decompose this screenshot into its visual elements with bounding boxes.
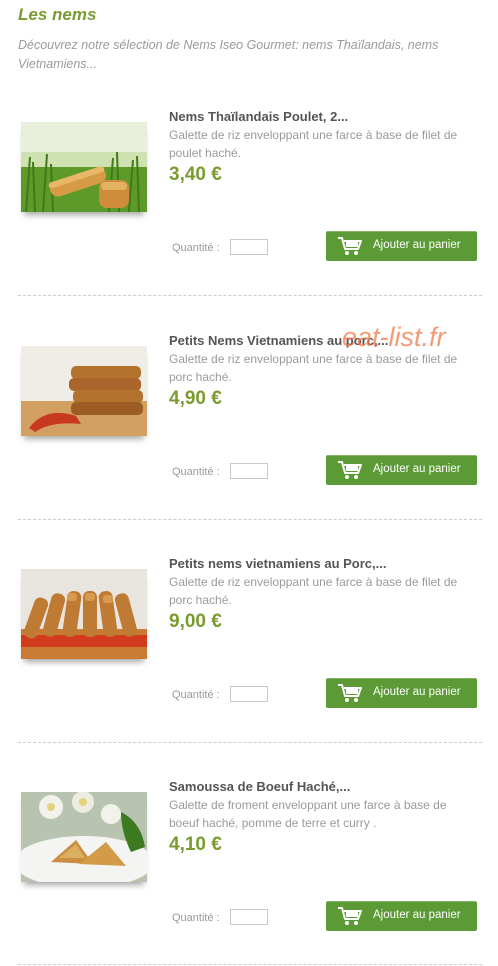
add-to-cart-button[interactable]: Ajouter au panier — [326, 455, 477, 485]
add-to-cart-label: Ajouter au panier — [373, 909, 461, 921]
add-to-cart-label: Ajouter au panier — [373, 686, 461, 698]
category-description: Découvrez notre sélection de Nems Iseo G… — [18, 38, 439, 71]
quantity-label: Quantité : — [172, 689, 220, 701]
quantity-label: Quantité : — [172, 912, 220, 924]
watermark: eat-list.fr — [342, 322, 446, 352]
quantity-input[interactable] — [230, 239, 268, 255]
product-item: Samoussa de Boeuf Haché,... Galette de f… — [0, 742, 498, 966]
product-image[interactable] — [21, 346, 147, 436]
quantity-input[interactable] — [230, 463, 268, 479]
product-item: Nems Thaïlandais Poulet, 2... Galette de… — [0, 72, 498, 296]
add-to-cart-button[interactable]: Ajouter au panier — [326, 901, 477, 931]
separator — [18, 964, 482, 965]
product-name[interactable]: Nems Thaïlandais Poulet, 2... — [169, 109, 348, 124]
add-to-cart-button[interactable]: Ajouter au panier — [326, 231, 477, 261]
product-image[interactable] — [21, 792, 147, 882]
shopping-cart-icon — [337, 236, 363, 256]
product-description: Galette de riz enveloppant une farce à b… — [169, 352, 458, 384]
product-item: Petits nems vietnamiens au Porc,... Gale… — [0, 519, 498, 743]
product-name[interactable]: Samoussa de Boeuf Haché,... — [169, 779, 350, 794]
quantity-input[interactable] — [230, 686, 268, 702]
shopping-cart-icon — [337, 460, 363, 480]
product-description: Galette de riz enveloppant une farce à b… — [169, 575, 458, 607]
product-image[interactable] — [21, 569, 147, 659]
product-description: Galette de froment enveloppant une farce… — [169, 798, 447, 830]
product-price: 4,10 € — [169, 834, 222, 855]
product-image[interactable] — [21, 122, 147, 212]
quantity-label: Quantité : — [172, 466, 220, 478]
product-price: 3,40 € — [169, 164, 222, 185]
product-price: 9,00 € — [169, 611, 222, 632]
product-name[interactable]: Petits nems vietnamiens au Porc,... — [169, 556, 386, 571]
add-to-cart-label: Ajouter au panier — [373, 239, 461, 251]
quantity-input[interactable] — [230, 909, 268, 925]
add-to-cart-label: Ajouter au panier — [373, 463, 461, 475]
quantity-label: Quantité : — [172, 242, 220, 254]
product-price: 4,90 € — [169, 388, 222, 409]
product-listing-page: Les nems Découvrez notre sélection de Ne… — [0, 0, 498, 966]
add-to-cart-button[interactable]: Ajouter au panier — [326, 678, 477, 708]
shopping-cart-icon — [337, 906, 363, 926]
category-title: Les nems — [18, 5, 97, 24]
shopping-cart-icon — [337, 683, 363, 703]
product-description: Galette de riz enveloppant une farce à b… — [169, 128, 458, 160]
